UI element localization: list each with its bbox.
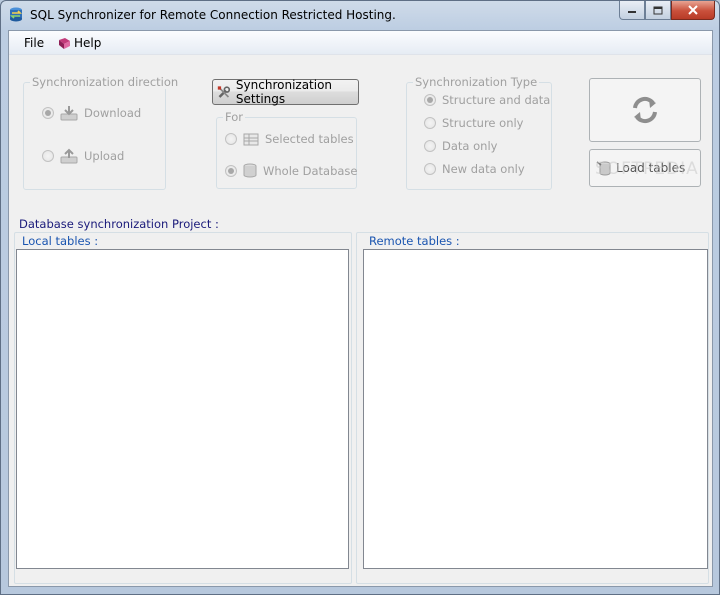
table-icon [243, 133, 259, 145]
data-only-radio-dot[interactable] [424, 140, 436, 152]
minimize-icon [628, 11, 636, 13]
new-data-only-label: New data only [442, 162, 525, 176]
app-window: SQL Synchronizer for Remote Connection R… [0, 0, 720, 595]
synchronization-settings-button[interactable]: Synchronization Settings [212, 78, 359, 106]
sync-arrows-icon [633, 96, 657, 124]
for-caption: For [223, 110, 245, 124]
direction-group: Synchronization direction Download Uploa… [23, 75, 181, 190]
whole-database-label: Whole Database [263, 163, 358, 178]
close-icon [688, 5, 698, 15]
synchronization-settings-label: Synchronization Settings [235, 78, 333, 106]
app-icon [10, 7, 22, 22]
close-button[interactable] [671, 1, 715, 20]
window-title: SQL Synchronizer for Remote Connection R… [30, 8, 396, 22]
maximize-button[interactable] [645, 1, 671, 20]
selected-tables-label: Selected tables [265, 132, 354, 146]
upload-radio-dot[interactable] [42, 150, 54, 162]
menu-help[interactable]: Help [57, 36, 101, 50]
structure-and-data-radio-dot[interactable] [424, 94, 436, 106]
radio-selected-tables[interactable]: Selected tables [225, 132, 354, 146]
structure-only-radio-dot[interactable] [424, 117, 436, 129]
selected-tables-radio-dot[interactable] [225, 133, 237, 145]
download-label: Download [84, 106, 142, 120]
local-tables-list[interactable] [16, 249, 349, 569]
remote-tables-list[interactable] [363, 249, 708, 569]
upload-label: Upload [84, 149, 125, 163]
local-tables-label: Local tables : [22, 234, 99, 248]
radio-structure-only[interactable]: Structure only [424, 116, 523, 130]
download-radio-dot[interactable] [42, 107, 54, 119]
maximize-icon [653, 6, 663, 14]
remote-tables-label: Remote tables : [369, 234, 460, 248]
new-data-only-radio-dot[interactable] [424, 163, 436, 175]
database-icon [243, 163, 257, 178]
sync-type-group: Synchronization Type Structure and data … [406, 75, 552, 190]
radio-new-data-only[interactable]: New data only [424, 162, 525, 176]
help-book-icon [59, 37, 70, 49]
tools-icon [217, 85, 231, 98]
remote-tables-panel: Remote tables : [356, 232, 709, 584]
menu-help-label: Help [74, 36, 102, 50]
title-bar[interactable]: SQL Synchronizer for Remote Connection R… [1, 1, 719, 29]
radio-whole-database[interactable]: Whole Database [225, 163, 358, 178]
project-label: Database synchronization Project : [19, 217, 219, 231]
menu-file[interactable]: File [24, 36, 44, 50]
sync-type-caption: Synchronization Type [413, 75, 540, 89]
local-tables-panel: Local tables : [14, 232, 352, 584]
radio-upload[interactable]: Upload [42, 148, 124, 164]
client-area: File Help Synchronization direction Down… [8, 30, 713, 587]
radio-download[interactable]: Download [42, 105, 141, 121]
radio-structure-and-data[interactable]: Structure and data [424, 93, 550, 107]
download-icon [60, 106, 78, 121]
structure-and-data-label: Structure and data [442, 93, 551, 107]
minimize-button[interactable] [619, 1, 645, 20]
radio-data-only[interactable]: Data only [424, 139, 497, 153]
whole-database-radio-dot[interactable] [225, 164, 237, 177]
upload-icon [60, 148, 78, 164]
data-only-label: Data only [442, 139, 498, 153]
menu-bar: File Help [9, 31, 712, 55]
for-group: For Selected tables Whole Database [216, 110, 358, 189]
synchronize-button[interactable] [589, 78, 701, 142]
direction-caption: Synchronization direction [30, 75, 181, 89]
structure-only-label: Structure only [442, 116, 524, 130]
softpedia-watermark: SOFTPEDIA [595, 159, 699, 179]
